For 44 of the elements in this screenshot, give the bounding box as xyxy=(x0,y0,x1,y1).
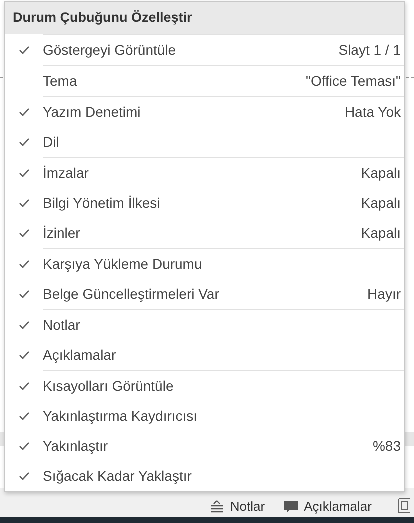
view-icon[interactable] xyxy=(398,498,410,514)
menu-item-label: Notlar xyxy=(43,317,82,333)
menu-item-value: Slayt 1 / 1 xyxy=(338,42,402,58)
menu-item-label: Karşıya Yükleme Durumu xyxy=(43,256,204,272)
menu-item-label: Açıklamalar xyxy=(43,347,118,363)
menu-item[interactable]: Açıklamalar xyxy=(5,340,404,370)
menu-item-label: İmzalar xyxy=(43,165,90,181)
menu-item-value: %83 xyxy=(372,438,402,454)
menu-item[interactable]: Göstergeyi Görüntüle Slayt 1 / 1 xyxy=(5,35,404,65)
menu-item-value: "Office Teması" xyxy=(306,73,402,89)
menu-item-label: Göstergeyi Görüntüle xyxy=(43,42,178,58)
menu-item[interactable]: Kısayolları Görüntüle xyxy=(5,371,404,401)
menu-item-label: Belge Güncelleştirmeleri Var xyxy=(43,286,220,302)
menu-title: Durum Çubuğunu Özelleştir xyxy=(5,2,404,34)
menu-item-value: Hata Yok xyxy=(344,104,402,120)
menu-item[interactable]: Notlar xyxy=(5,310,404,340)
menu-item[interactable]: Yakınlaştırma Kaydırıcısı xyxy=(5,401,404,431)
menu-item-value: Kapalı xyxy=(361,165,402,181)
menu-item[interactable]: İzinler Kapalı xyxy=(5,218,404,248)
menu-item-label: Yakınlaştır xyxy=(43,438,110,454)
notes-button[interactable]: Notlar xyxy=(207,497,268,516)
menu-item[interactable]: İmzalar Kapalı xyxy=(5,158,404,188)
notes-icon xyxy=(209,500,226,514)
menu-item-label: Yakınlaştırma Kaydırıcısı xyxy=(43,408,199,424)
menu-item[interactable]: Belge Güncelleştirmeleri Var Hayır xyxy=(5,279,404,309)
comment-icon xyxy=(283,500,300,514)
menu-item-label: Kısayolları Görüntüle xyxy=(43,378,175,394)
menu-item[interactable]: Dil xyxy=(5,127,404,157)
menu-item-label: Sığacak Kadar Yaklaştır xyxy=(43,468,193,484)
comments-button[interactable]: Açıklamalar xyxy=(281,497,374,516)
menu-item[interactable]: Sığacak Kadar Yaklaştır xyxy=(5,461,404,491)
menu-item-label: Tema xyxy=(43,73,78,89)
menu-item-label: Yazım Denetimi xyxy=(43,104,142,120)
menu-item-value: Kapalı xyxy=(361,225,402,241)
menu-item[interactable]: Tema "Office Teması" xyxy=(5,66,404,96)
menu-item-label: İzinler xyxy=(43,225,82,241)
menu-item-label: Bilgi Yönetim İlkesi xyxy=(43,195,162,211)
menu-item-value: Kapalı xyxy=(361,195,402,211)
menu-item[interactable]: Karşıya Yükleme Durumu xyxy=(5,249,404,279)
menu-item-value: Hayır xyxy=(368,286,402,302)
menu-item-label: Dil xyxy=(43,134,60,150)
menu-item[interactable]: Yazım Denetimi Hata Yok xyxy=(5,97,404,127)
menu-item[interactable]: Yakınlaştır %83 xyxy=(5,431,404,461)
menu-item[interactable]: Bilgi Yönetim İlkesi Kapalı xyxy=(5,188,404,218)
